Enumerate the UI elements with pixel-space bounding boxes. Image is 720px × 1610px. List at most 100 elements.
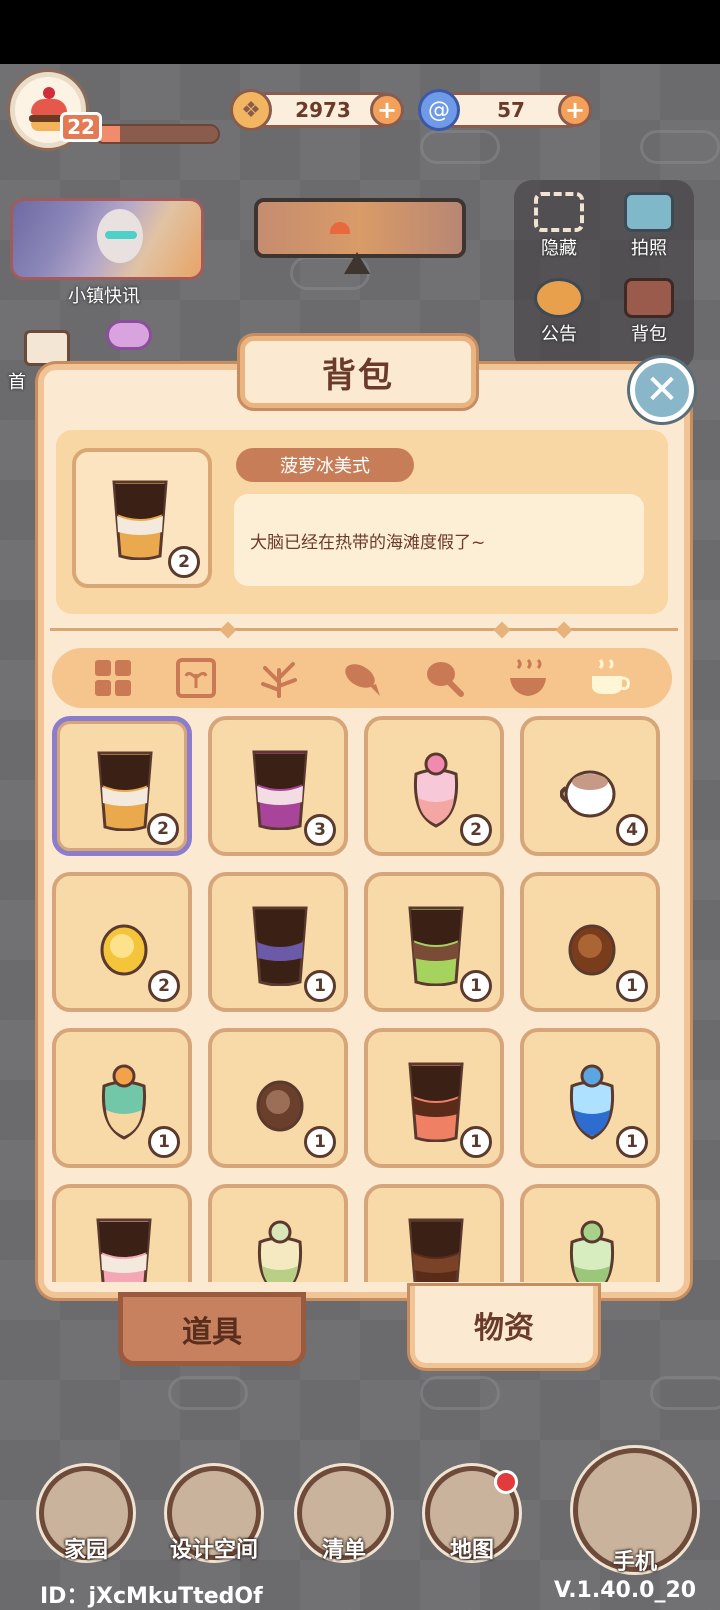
seed-packet-icon bbox=[176, 658, 217, 698]
fish-icon bbox=[345, 664, 380, 696]
nav-label: 手机 bbox=[612, 1550, 657, 1575]
level-badge: 22 bbox=[60, 112, 102, 142]
xp-progress-bar bbox=[94, 124, 220, 144]
fancy-drink-icon bbox=[101, 1064, 147, 1140]
iced-coffee-icon bbox=[96, 1218, 152, 1282]
category-tab-plants[interactable] bbox=[249, 653, 309, 703]
add-coins-button[interactable]: + bbox=[370, 93, 404, 127]
item-count-badge: 2 bbox=[168, 546, 200, 578]
announcement-icon bbox=[534, 278, 584, 318]
gift-bow-icon[interactable] bbox=[106, 320, 152, 350]
nav-label: 地图 bbox=[449, 1538, 494, 1563]
cloud-decoration bbox=[420, 1376, 500, 1410]
drumstick-icon bbox=[426, 662, 464, 697]
user-id: ID：jXcMkuTtedOf bbox=[40, 1584, 263, 1609]
inventory-slot[interactable] bbox=[208, 1184, 348, 1282]
item-detail-thumbnail: 2 bbox=[72, 448, 212, 588]
nav-label: 清单 bbox=[321, 1538, 366, 1563]
cloud-decoration bbox=[640, 130, 720, 164]
tab-tools[interactable]: 道具 bbox=[118, 1292, 306, 1366]
item-count-badge: 2 bbox=[148, 970, 180, 1002]
item-count-badge: 1 bbox=[148, 1126, 180, 1158]
cup-icon bbox=[592, 658, 631, 694]
item-count-badge: 1 bbox=[616, 970, 648, 1002]
fancy-drink-icon bbox=[413, 752, 459, 828]
camera-icon bbox=[624, 192, 674, 232]
round-drink-icon bbox=[568, 924, 616, 976]
character-glasses bbox=[105, 231, 137, 239]
category-tab-all[interactable] bbox=[83, 653, 143, 703]
nav-design-button[interactable]: 设计空间 bbox=[166, 1466, 262, 1564]
inventory-slot[interactable]: 1 bbox=[520, 872, 660, 1012]
fancy-drink-icon bbox=[569, 1064, 615, 1140]
nav-label: 设计空间 bbox=[169, 1538, 258, 1563]
fancy-drink-icon bbox=[569, 1220, 615, 1282]
iced-coffee-icon bbox=[252, 750, 308, 830]
inventory-grid-viewport[interactable]: 2 3 2 4 2 1 1 1 1 1 1 1 bbox=[52, 716, 672, 1282]
nav-label: 家园 bbox=[63, 1538, 108, 1563]
backpack-title: 背包 bbox=[322, 355, 394, 396]
inventory-slot[interactable]: 1 bbox=[208, 872, 348, 1012]
inventory-slot[interactable]: 1 bbox=[52, 1028, 192, 1168]
town-news-banner[interactable] bbox=[10, 198, 204, 280]
bowl-icon bbox=[509, 658, 546, 696]
category-tab-dishes[interactable] bbox=[498, 653, 558, 703]
map-notification-dot bbox=[494, 1470, 518, 1494]
inventory-slot[interactable]: 2 bbox=[52, 872, 192, 1012]
backpack-button[interactable]: 背包 bbox=[614, 276, 684, 346]
sky-gradient bbox=[258, 202, 462, 254]
iced-coffee-icon bbox=[408, 906, 464, 986]
cherry-shape bbox=[43, 87, 55, 99]
item-name: 菠萝冰美式 bbox=[236, 448, 414, 482]
iced-coffee-icon bbox=[408, 1062, 464, 1142]
item-count-badge: 1 bbox=[460, 970, 492, 1002]
inventory-slot[interactable]: 4 bbox=[520, 716, 660, 856]
inventory-slot[interactable]: 2 bbox=[364, 716, 504, 856]
home-label-partial: 首 bbox=[8, 372, 26, 393]
inventory-slot[interactable] bbox=[364, 1184, 504, 1282]
backpack-title-plate: 背包 bbox=[240, 336, 476, 408]
tool-label: 拍照 bbox=[631, 238, 667, 259]
iced-coffee-icon bbox=[408, 1218, 464, 1282]
inventory-grid: 2 3 2 4 2 1 1 1 1 1 1 1 bbox=[52, 716, 672, 1282]
item-count-badge: 2 bbox=[147, 813, 179, 845]
category-tab-seeds[interactable] bbox=[166, 653, 226, 703]
inventory-slot[interactable]: 2 bbox=[52, 716, 192, 856]
inventory-slot[interactable]: 1 bbox=[364, 872, 504, 1012]
section-divider bbox=[50, 628, 678, 631]
inventory-slot[interactable]: 3 bbox=[208, 716, 348, 856]
inventory-slot[interactable]: 1 bbox=[520, 1028, 660, 1168]
category-tab-fish[interactable] bbox=[332, 653, 392, 703]
close-button[interactable]: ✕ bbox=[630, 358, 694, 422]
item-count-badge: 3 bbox=[304, 814, 336, 846]
item-description: 大脑已经在热带的海滩度假了~ bbox=[234, 494, 644, 586]
category-tab-drinks[interactable] bbox=[580, 653, 640, 703]
nav-phone-button[interactable]: 手机 bbox=[570, 1448, 700, 1576]
fancy-drink-icon bbox=[257, 1220, 303, 1282]
tool-label: 背包 bbox=[631, 324, 667, 345]
gem-counter: 57 @ + bbox=[418, 88, 596, 134]
hide-icon bbox=[534, 192, 584, 232]
iced-coffee-icon bbox=[97, 751, 153, 831]
inventory-slot[interactable]: 1 bbox=[208, 1028, 348, 1168]
mail-icon[interactable] bbox=[24, 330, 70, 366]
nav-home-button[interactable]: 家园 bbox=[38, 1466, 134, 1564]
add-gems-button[interactable]: + bbox=[558, 93, 592, 127]
grid-icon bbox=[95, 660, 132, 696]
category-tab-meat[interactable] bbox=[415, 653, 475, 703]
close-icon: ✕ bbox=[645, 367, 679, 413]
category-tab-bar bbox=[52, 648, 672, 708]
cloud-decoration bbox=[168, 1376, 248, 1410]
camera-button[interactable]: 拍照 bbox=[614, 190, 684, 260]
time-pointer-icon bbox=[344, 252, 370, 274]
announcement-button[interactable]: 公告 bbox=[524, 276, 594, 346]
nav-list-button[interactable]: 清单 bbox=[296, 1466, 392, 1564]
hide-ui-button[interactable]: 隐藏 bbox=[524, 190, 594, 260]
coin-counter: 2973 ❖ + bbox=[230, 88, 408, 134]
inventory-slot[interactable] bbox=[520, 1184, 660, 1282]
weather-time-widget[interactable] bbox=[254, 198, 466, 258]
item-count-badge: 1 bbox=[616, 1126, 648, 1158]
inventory-slot[interactable]: 1 bbox=[364, 1028, 504, 1168]
inventory-slot[interactable] bbox=[52, 1184, 192, 1282]
tab-materials[interactable]: 物资 bbox=[410, 1286, 598, 1368]
